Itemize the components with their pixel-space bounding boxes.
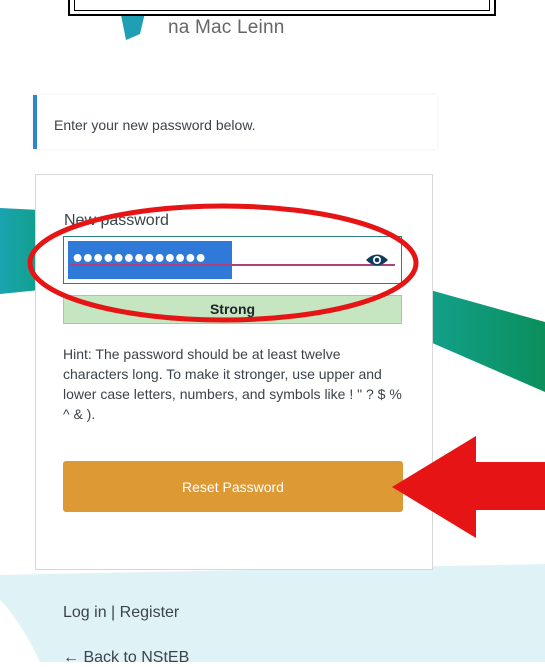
new-password-label: New password [64,212,169,229]
password-underline [70,264,395,266]
top-banner-frame [68,0,496,16]
new-password-input[interactable]: ••••••••••••• [63,236,402,284]
nav-links: Log in | Register [63,604,179,622]
login-link[interactable]: Log in [63,604,107,621]
reset-password-button[interactable]: Reset Password [63,461,403,512]
nav-separator: | [111,604,116,621]
password-value-selected: ••••••••••••• [68,241,232,279]
top-banner-inner [74,0,490,11]
password-strength-meter: Strong [63,295,402,324]
site-subtitle: na Mac Leinn [168,17,285,38]
back-to-site-link[interactable]: ← Back to NStEB [63,649,189,667]
show-password-button[interactable] [365,250,389,270]
password-hint: Hint: The password should be at least tw… [63,346,402,422]
eye-icon [366,254,388,266]
info-message-text: Enter your new password below. [54,117,256,133]
info-message: Enter your new password below. [33,95,437,149]
register-link[interactable]: Register [120,604,180,621]
